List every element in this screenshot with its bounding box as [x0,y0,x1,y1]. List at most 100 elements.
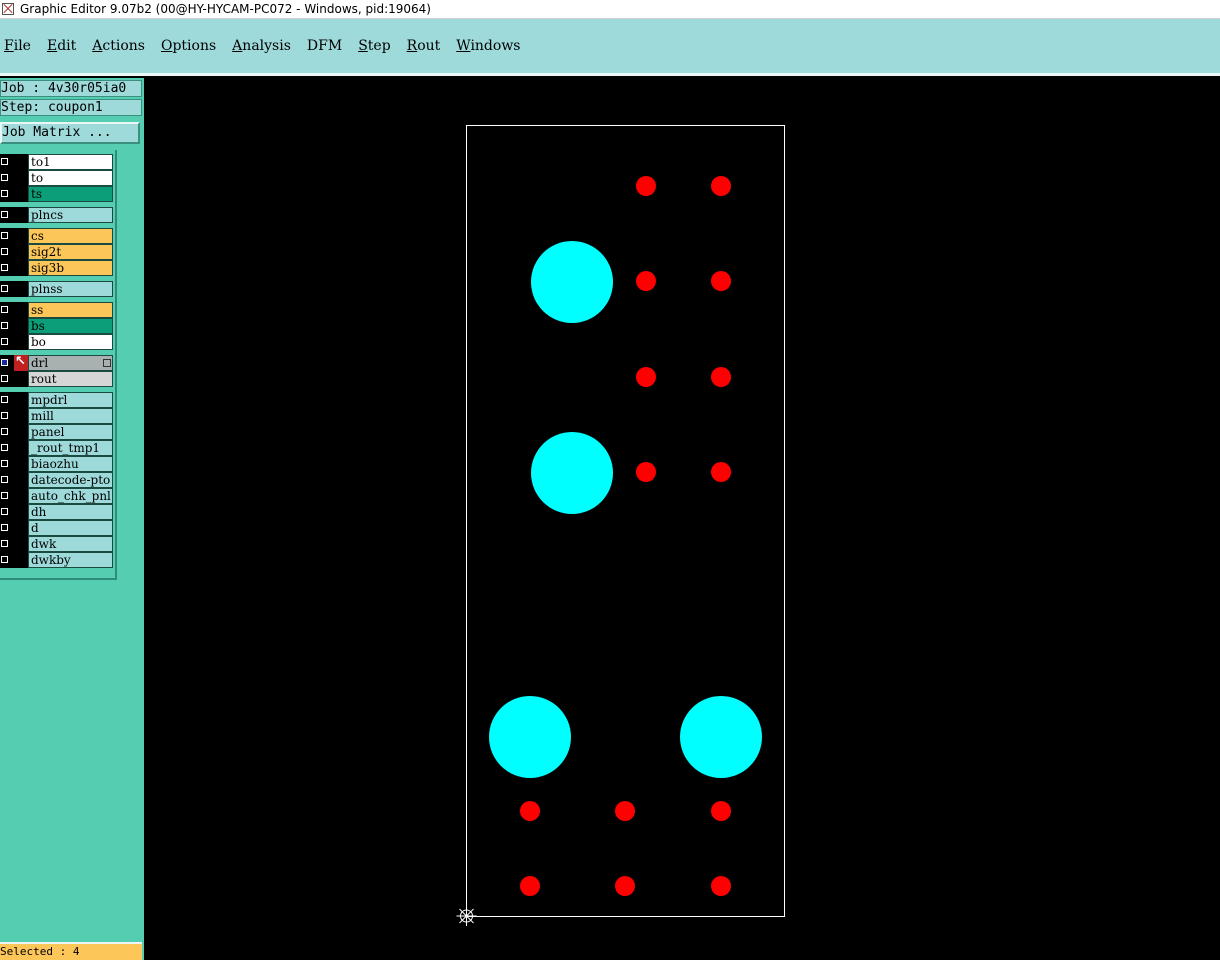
menu-rout[interactable]: Rout [399,38,449,54]
layer-row-panel[interactable]: panel [0,424,114,440]
menu-file[interactable]: File [0,38,39,54]
small-pad[interactable] [711,367,731,387]
layer-row-dwkby[interactable]: dwkby [0,552,114,568]
layer-row-drl[interactable]: drl [0,354,114,371]
small-pad[interactable] [711,271,731,291]
layer-checkbox[interactable] [0,228,14,244]
layer-checkbox[interactable] [0,552,14,568]
graphics-canvas[interactable] [144,78,1220,960]
layer-name[interactable]: mill [28,408,113,424]
layer-name[interactable]: rout [28,371,113,387]
layer-checkbox[interactable] [0,520,14,536]
layer-name[interactable]: biaozhu [28,456,113,472]
layer-checkbox[interactable] [0,472,14,488]
layer-name[interactable]: dwk [28,536,113,552]
small-pad[interactable] [636,367,656,387]
layer-checkbox[interactable] [0,408,14,424]
layer-checkbox[interactable] [0,504,14,520]
layer-name[interactable]: cs [28,228,113,244]
layer-checkbox[interactable] [0,355,14,371]
layer-checkbox[interactable] [0,536,14,552]
large-pad[interactable] [680,696,762,778]
layer-name[interactable]: sig3b [28,260,113,276]
menu-edit[interactable]: Edit [39,38,84,54]
large-pad[interactable] [531,432,613,514]
layer-row-biaozhu[interactable]: biaozhu [0,456,114,472]
layer-checkbox[interactable] [0,207,14,223]
layer-checkbox[interactable] [0,488,14,504]
layer-name[interactable]: plnss [28,281,113,297]
layer-name[interactable]: sig2t [28,244,113,260]
layer-name[interactable]: panel [28,424,113,440]
layer-row-bo[interactable]: bo [0,334,114,350]
layer-row-datecode-pto[interactable]: datecode-pto [0,472,114,488]
layer-name[interactable]: to [28,170,113,186]
layer-name[interactable]: bs [28,318,113,334]
layer-row-plnss[interactable]: plnss [0,281,114,297]
menu-windows[interactable]: Windows [448,38,528,54]
layer-checkbox[interactable] [0,154,14,170]
layer-name[interactable]: bo [28,334,113,350]
layer-checkbox[interactable] [0,244,14,260]
layer-row-sig2t[interactable]: sig2t [0,244,114,260]
small-pad[interactable] [636,462,656,482]
small-pad[interactable] [520,801,540,821]
layer-row-sig3b[interactable]: sig3b [0,260,114,276]
layer-checkbox[interactable] [0,170,14,186]
layer-row-cs[interactable]: cs [0,228,114,244]
small-pad[interactable] [636,176,656,196]
layer-checkbox[interactable] [0,440,14,456]
layer-name[interactable]: datecode-pto [28,472,113,488]
job-matrix-button[interactable]: Job Matrix ... [0,122,140,144]
layer-row-rout[interactable]: rout [0,371,114,387]
layer-checkbox[interactable] [0,371,14,387]
layer-checkbox[interactable] [0,424,14,440]
menu-options[interactable]: Options [153,38,224,54]
layer-name[interactable]: ts [28,186,113,202]
menu-step[interactable]: Step [350,38,398,54]
small-pad[interactable] [711,876,731,896]
menu-analysis[interactable]: Analysis [224,38,299,54]
layer-name[interactable]: _rout_tmp1 [28,440,113,456]
small-pad[interactable] [636,271,656,291]
large-pad[interactable] [531,241,613,323]
layer-checkbox[interactable] [0,260,14,276]
layer-name[interactable]: mpdrl [28,392,113,408]
layer-checkbox[interactable] [0,456,14,472]
board-view[interactable] [144,78,1220,960]
layer-row-dh[interactable]: dh [0,504,114,520]
layer-row-d[interactable]: d [0,520,114,536]
small-pad[interactable] [615,801,635,821]
layer-row-ts[interactable]: ts [0,186,114,202]
layer-name[interactable]: dh [28,504,113,520]
layer-checkbox[interactable] [0,318,14,334]
layer-row-mill[interactable]: mill [0,408,114,424]
layer-row-rout-tmp1[interactable]: _rout_tmp1 [0,440,114,456]
layer-row-mpdrl[interactable]: mpdrl [0,392,114,408]
layer-name[interactable]: dwkby [28,552,113,568]
layer-name[interactable]: drl [28,355,113,371]
layer-row-plncs[interactable]: plncs [0,207,114,223]
layer-checkbox[interactable] [0,392,14,408]
layer-checkbox[interactable] [0,302,14,318]
small-pad[interactable] [711,801,731,821]
layer-name[interactable]: d [28,520,113,536]
layer-row-dwk[interactable]: dwk [0,536,114,552]
layer-row-auto-chk-pnl[interactable]: auto_chk_pnl [0,488,114,504]
small-pad[interactable] [520,876,540,896]
layer-row-to1[interactable]: to1 [0,154,114,170]
layer-name[interactable]: plncs [28,207,113,223]
menu-dfm[interactable]: DFM [299,38,350,54]
layer-name[interactable]: ss [28,302,113,318]
layer-row-bs[interactable]: bs [0,318,114,334]
layer-checkbox[interactable] [0,186,14,202]
layer-name[interactable]: auto_chk_pnl [28,488,113,504]
layer-name[interactable]: to1 [28,154,113,170]
layer-row-to[interactable]: to [0,170,114,186]
layer-row-ss[interactable]: ss [0,302,114,318]
small-pad[interactable] [711,176,731,196]
menu-actions[interactable]: Actions [84,38,153,54]
layer-checkbox[interactable] [0,281,14,297]
layer-checkbox[interactable] [0,334,14,350]
small-pad[interactable] [615,876,635,896]
